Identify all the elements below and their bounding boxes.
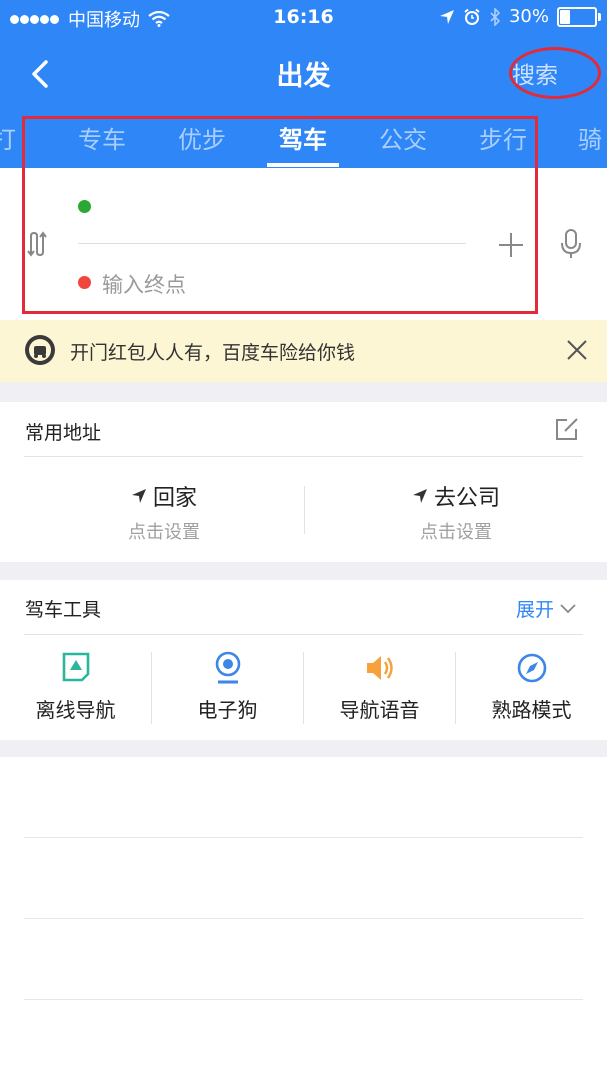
expand-button[interactable]: 展开 (516, 595, 576, 622)
list-item[interactable] (24, 838, 583, 919)
tool-label: 电子狗 (197, 698, 258, 722)
work-label: 去公司 (433, 486, 500, 511)
status-bar: 中国移动 16:16 30% (0, 0, 607, 34)
work-hint: 点击设置 (420, 522, 492, 543)
speaker-icon (366, 656, 393, 680)
section-gap (0, 382, 607, 402)
tab-partial-right[interactable]: 骑 (578, 120, 602, 155)
promo-text: 开门红包人人有，百度车险给你钱 (70, 342, 356, 364)
home-label: 回家 (152, 486, 197, 511)
offline-map-icon (62, 652, 89, 682)
divider (24, 634, 583, 635)
tool-navigation-voice[interactable]: 导航语音 (304, 650, 455, 726)
section-gap (0, 740, 607, 757)
bluetooth-icon (490, 7, 501, 26)
tool-electronic-dog[interactable]: 电子狗 (152, 650, 303, 726)
home-address-button[interactable]: 回家 点击设置 (24, 470, 304, 550)
tab-partial-left[interactable]: 打 (0, 120, 16, 155)
status-right: 30% (439, 6, 601, 27)
location-arrow-icon (439, 9, 454, 24)
tool-offline-navigation[interactable]: 离线导航 (0, 650, 151, 726)
battery-percent: 30% (508, 6, 549, 27)
expand-label: 展开 (516, 599, 555, 621)
promo-banner[interactable]: 开门红包人人有，百度车险给你钱 (0, 320, 607, 382)
alarm-icon (464, 8, 480, 25)
tool-familiar-route[interactable]: 熟路模式 (456, 650, 607, 726)
battery-icon (557, 6, 601, 27)
edit-icon[interactable] (554, 416, 580, 442)
tool-label: 离线导航 (35, 698, 116, 722)
microphone-icon[interactable] (560, 228, 582, 260)
search-highlight-ellipse (509, 47, 601, 99)
highlight-rectangle (22, 116, 538, 314)
chevron-down-icon (560, 603, 576, 613)
section-gap (0, 562, 607, 580)
tool-label: 熟路模式 (491, 698, 572, 722)
home-hint: 点击设置 (128, 522, 200, 543)
navigation-arrow-icon (131, 489, 146, 503)
work-address-button[interactable]: 去公司 点击设置 (305, 470, 607, 550)
compass-icon (517, 653, 546, 683)
divider (24, 456, 583, 457)
common-address-title: 常用地址 (25, 422, 102, 444)
list-item[interactable] (24, 757, 583, 838)
car-insurance-icon (25, 335, 55, 365)
tool-label: 导航语音 (339, 698, 420, 722)
list-item[interactable] (24, 919, 583, 1000)
driving-tools-title: 驾车工具 (25, 599, 102, 621)
camera-icon (215, 651, 240, 684)
close-icon[interactable] (566, 339, 588, 361)
navigation-arrow-icon (412, 489, 427, 503)
